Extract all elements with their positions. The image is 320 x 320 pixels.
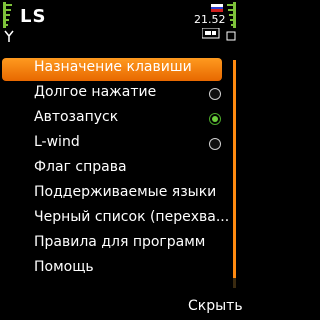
radio-off-icon[interactable] [209,88,221,100]
scrollbar[interactable] [233,60,236,288]
menu-item-flag-right[interactable]: Флаг справа [0,158,228,181]
menu-item-l-wind[interactable]: L-wind [0,133,228,156]
menu-item-label: Автозапуск [34,109,119,125]
network-icon [202,28,220,39]
battery-icon [226,2,236,41]
menu-item-label: Долгое нажатие [34,84,157,100]
menu-item-long-press[interactable]: Долгое нажатие [0,83,228,106]
menu-item-blacklist[interactable]: Черный список (перехва... [0,208,230,231]
status-bar: LS 21.52 [0,0,240,44]
scrollbar-thumb[interactable] [233,60,236,278]
menu-item-label: Черный список (перехва... [34,209,230,225]
menu-item-label: Поддерживаемые языки [34,184,217,200]
menu-item-program-rules[interactable]: Правила для программ [0,233,228,256]
radio-on-icon[interactable] [209,113,221,125]
menu-item-label: L-wind [34,134,80,150]
screen: LS 21.52 Назначение клавиши Долгое нажат [0,0,243,320]
menu-item-key-assignment[interactable]: Назначение клавиши [2,58,222,81]
clock: 21.52 [194,13,226,26]
menu-item-label: Флаг справа [34,159,127,175]
app-title: LS [20,6,47,27]
russian-flag-icon [211,4,223,12]
radio-off-icon[interactable] [209,138,221,150]
menu-item-autostart[interactable]: Автозапуск [0,108,228,131]
menu-item-supported-languages[interactable]: Поддерживаемые языки [0,183,228,206]
menu-item-label: Правила для программ [34,234,206,250]
antenna-icon [4,30,14,42]
menu-item-label: Назначение клавиши [34,59,192,75]
menu-item-label: Помощь [34,259,94,275]
hide-softkey[interactable]: Скрыть [188,298,243,314]
menu-item-help[interactable]: Помощь [0,258,228,281]
